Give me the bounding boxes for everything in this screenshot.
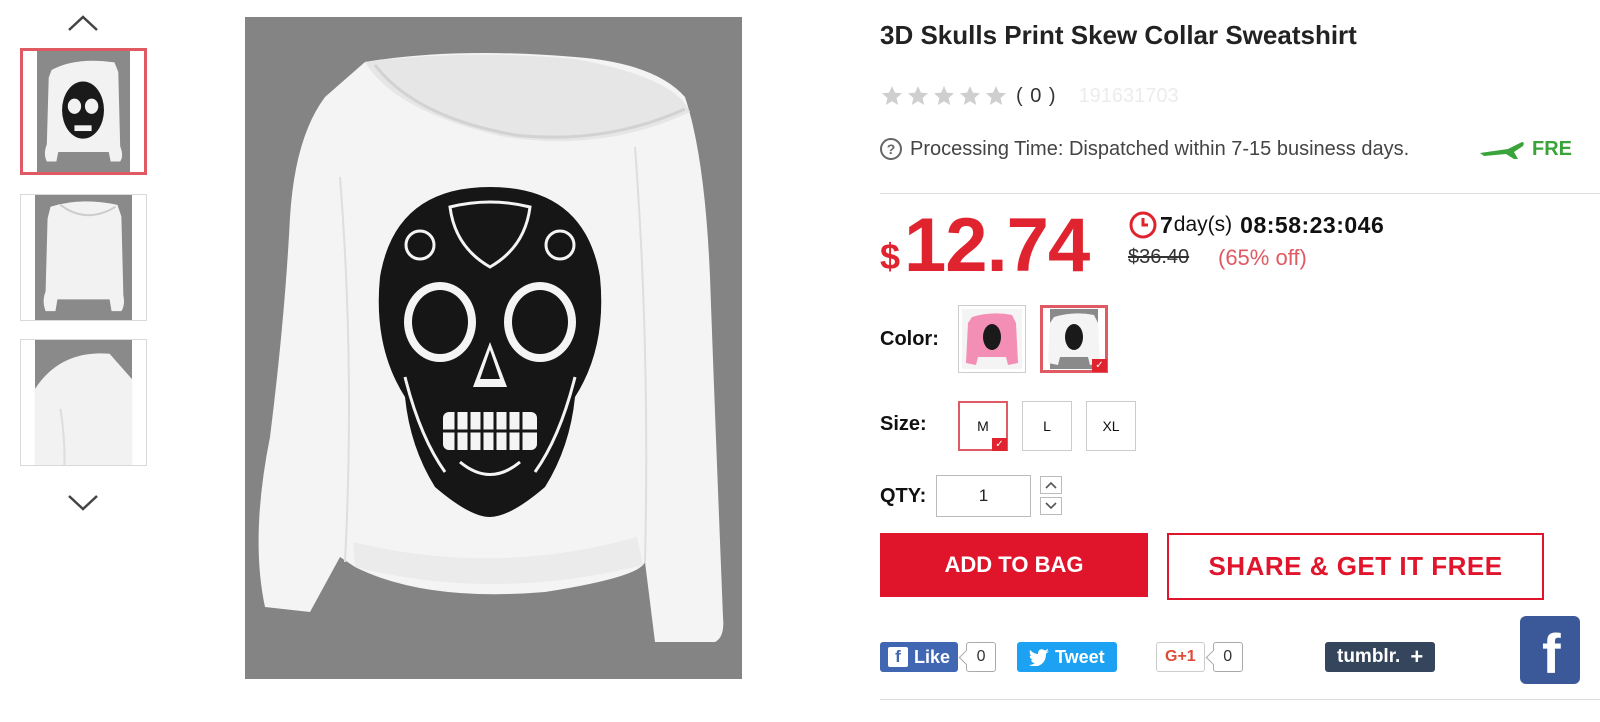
- rating[interactable]: ( 0 ) 191631703: [880, 83, 1179, 109]
- star-icon: [958, 84, 983, 108]
- countdown-time: 08:58:23:046: [1240, 211, 1385, 238]
- facebook-like: f Like 0: [880, 641, 997, 673]
- chevron-up-icon[interactable]: [66, 12, 100, 34]
- sku: 191631703: [1078, 84, 1179, 107]
- star-icon: [984, 84, 1009, 108]
- countdown-timer: 7 day(s) 08:58:23:046: [1128, 210, 1384, 240]
- chevron-up-icon: [1045, 481, 1057, 489]
- thumbnail-front[interactable]: [20, 48, 147, 175]
- star-icon: [906, 84, 931, 108]
- price-amount: 12.74: [904, 203, 1090, 288]
- airplane-icon: [1480, 141, 1524, 159]
- tumblr-button[interactable]: tumblr. +: [1325, 642, 1436, 672]
- main-product-image: [245, 17, 742, 679]
- star-icon: [880, 84, 905, 108]
- color-label: Color:: [880, 328, 939, 350]
- size-option-xl[interactable]: XL: [1086, 401, 1136, 451]
- google-plus-button[interactable]: G+1: [1156, 642, 1205, 672]
- thumbnail-gallery: [0, 0, 170, 722]
- qty-input[interactable]: [936, 475, 1031, 517]
- discount-badge: (65% off): [1218, 245, 1307, 270]
- facebook-like-label: Like: [914, 646, 951, 667]
- tweet-label: Tweet: [1055, 646, 1105, 667]
- share-get-free-button[interactable]: SHARE & GET IT FREE: [1167, 533, 1544, 600]
- twitter-share: Tweet: [1017, 641, 1117, 673]
- tweet-button[interactable]: Tweet: [1017, 642, 1117, 672]
- thumbnail-shoulder[interactable]: [20, 339, 147, 466]
- facebook-icon: f: [888, 647, 908, 667]
- plus-icon: +: [1410, 644, 1424, 669]
- free-shipping[interactable]: FRE: [1478, 138, 1572, 161]
- sweatshirt-image: [258, 53, 724, 642]
- chevron-down-icon: [1045, 502, 1057, 510]
- thumbnail-back[interactable]: [20, 194, 147, 321]
- tumblr-share: tumblr. +: [1325, 641, 1436, 673]
- facebook-like-button[interactable]: f Like: [880, 642, 959, 672]
- original-price: $36.40: [1128, 246, 1190, 268]
- selected-check-icon: ✓: [1092, 359, 1107, 372]
- google-plus-share: G+1 0: [1156, 641, 1243, 673]
- product-title: 3D Skulls Print Skew Collar Sweatshirt: [880, 20, 1357, 50]
- countdown-unit: day(s): [1173, 213, 1233, 236]
- selected-check-icon: ✓: [992, 438, 1007, 451]
- star-icon: [932, 84, 957, 108]
- facebook-like-count: 0: [966, 642, 997, 672]
- add-to-bag-button[interactable]: ADD TO BAG: [880, 533, 1148, 597]
- divider: [880, 699, 1600, 700]
- facebook-icon[interactable]: f: [1520, 616, 1580, 684]
- product-info: 3D Skulls Print Skew Collar Sweatshirt (…: [880, 0, 1600, 722]
- currency-symbol: $: [880, 236, 901, 277]
- size-label: Size:: [880, 413, 927, 435]
- divider: [880, 193, 1600, 194]
- tumblr-label: tumblr.: [1337, 646, 1401, 667]
- chevron-down-icon[interactable]: [66, 492, 100, 514]
- color-swatch-white[interactable]: ✓: [1040, 305, 1108, 373]
- qty-label: QTY:: [880, 485, 927, 507]
- clock-icon: [1128, 210, 1158, 240]
- review-count[interactable]: ( 0 ): [1016, 85, 1057, 108]
- google-plus-count: 0: [1212, 642, 1243, 672]
- processing-text: Processing Time: Dispatched within 7-15 …: [910, 137, 1410, 160]
- color-swatch-pink[interactable]: [958, 305, 1026, 373]
- qty-increment-button[interactable]: [1040, 476, 1062, 494]
- twitter-bird-icon: [1029, 648, 1049, 666]
- countdown-days: 7: [1160, 211, 1173, 238]
- qty-decrement-button[interactable]: [1040, 497, 1062, 515]
- free-shipping-text: FRE: [1532, 138, 1572, 160]
- question-icon[interactable]: ?: [880, 138, 902, 160]
- size-option-l[interactable]: L: [1022, 401, 1072, 451]
- sale-price: $ 12.74: [880, 203, 1090, 288]
- processing-time: ? Processing Time: Dispatched within 7-1…: [880, 136, 1409, 162]
